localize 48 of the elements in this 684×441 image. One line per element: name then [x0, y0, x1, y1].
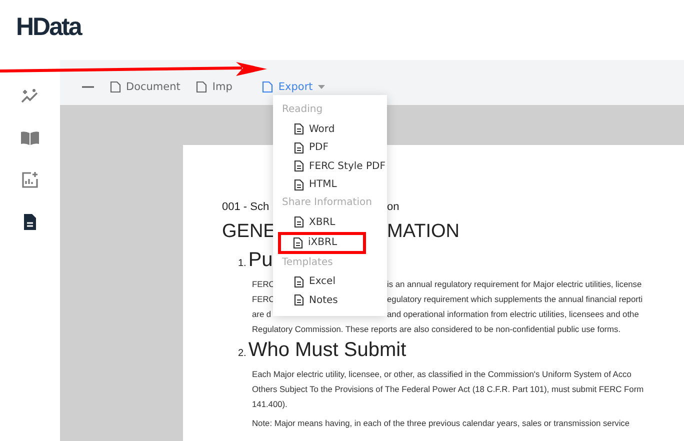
file-icon [294, 123, 304, 136]
document-text: on [387, 201, 400, 213]
toolbar-button[interactable]: Imp [196, 80, 232, 92]
document-text: 001 - Sch [222, 201, 270, 213]
menu-item[interactable]: iXBRL [278, 232, 366, 254]
menu-group-title: Reading [281, 103, 324, 117]
document-text: Who Must Submit [248, 339, 406, 362]
sparkle-chart-icon [21, 88, 39, 104]
book-icon [20, 130, 40, 146]
document-text: Pu [248, 249, 273, 272]
document-text: 141.400). [252, 399, 288, 409]
document-text: Each Major electric utility, licensee, or other, as classified in the Commission's Uniform System of Acco [252, 369, 632, 379]
heading-number: 1. [238, 258, 246, 269]
document-text: are d [252, 309, 272, 319]
file-icon [294, 178, 304, 191]
document-text: Regulatory Commission. These reports are also considered to be non-confidential public use forms. [252, 324, 621, 334]
file-icon [294, 142, 304, 154]
document-text: egulatory requirement which supplements the annual financial reporti [387, 294, 643, 304]
menu-item[interactable]: Excel [273, 272, 387, 291]
file-icon [110, 80, 121, 92]
chart-plus-icon [21, 171, 39, 189]
file-icon [294, 160, 304, 172]
file-icon [262, 80, 274, 92]
menu-group-title: Share Information [281, 196, 373, 210]
file-icon [196, 80, 208, 92]
document-text: GENE [222, 221, 276, 242]
menu-item[interactable]: Notes [273, 291, 387, 310]
document-text: Others Subject To the Provisions of The Federal Power Act (18 C.F.R. Part 101), must submit FERC Form [252, 384, 644, 394]
logo: HData [16, 12, 81, 42]
file-icon [294, 216, 304, 228]
menu-item[interactable]: XBRL [273, 213, 387, 232]
menu-item[interactable]: PDF [273, 138, 387, 157]
menu-item[interactable]: Word [273, 120, 387, 138]
menu-item[interactable]: HTML [273, 176, 387, 194]
file-icon [293, 236, 303, 248]
menu-group-title: Templates [281, 256, 334, 270]
heading-number: 2. [238, 348, 246, 359]
document-icon [23, 213, 37, 231]
caret-icon [318, 84, 325, 88]
file-icon [294, 276, 304, 288]
document-text: is an annual regulatory requirement for Major electric utilities, license [387, 279, 642, 289]
toolbar-button[interactable]: Document [110, 80, 180, 92]
document-text: and operational information from electric utilities, licensees and othe [387, 309, 639, 319]
file-icon [294, 294, 304, 306]
document-text: Note: Major means having, in each of the three previous calendar years, sales or transmission service [252, 418, 630, 428]
collapse-icon [82, 84, 94, 88]
document-text: MATION [387, 221, 460, 243]
menu-item[interactable]: FERC Style PDF [273, 157, 387, 176]
